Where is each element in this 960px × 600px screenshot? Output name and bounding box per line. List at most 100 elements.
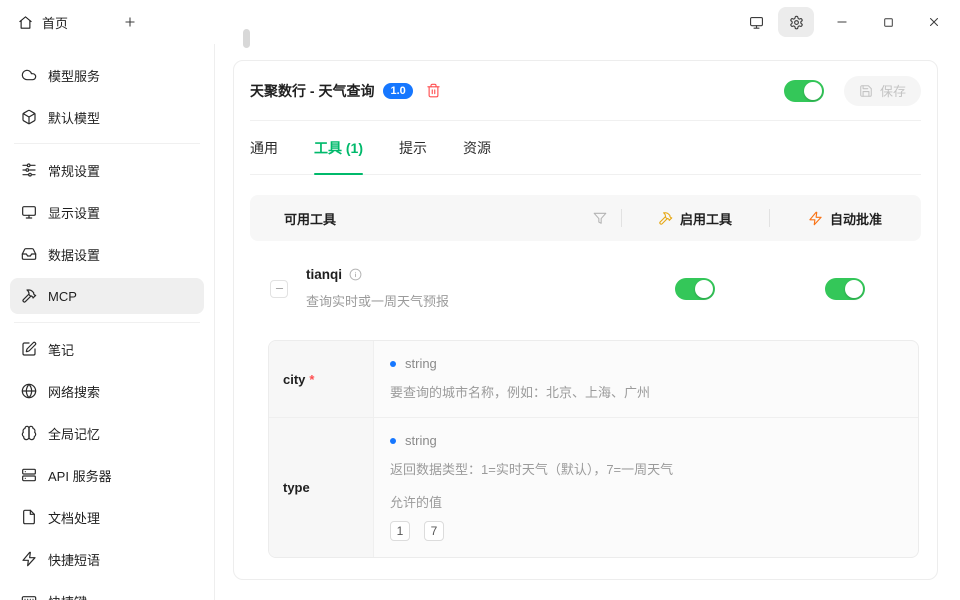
tool-enabled-toggle[interactable] [675,277,715,300]
sidebar-item-shortcuts[interactable]: 快捷键 [10,583,204,600]
mcp-server-card: 天聚数行 - 天气查询 1.0 保存 通用 工具 (1) 提示 资源 可用工具 … [233,60,938,580]
allowed-values-label: 允许的值 [390,495,443,510]
package-icon [21,109,37,125]
inbox-icon [21,246,37,262]
server-title: 天聚数行 - 天气查询 [250,82,375,99]
close-icon [927,15,941,29]
col-enable-tools: 启用工具 [679,211,732,227]
minimize-icon [835,15,849,29]
param-description: 要查询的城市名称，例如：北京、上海、广州 [390,385,651,400]
sidebar-item-quick-phrases[interactable]: 快捷短语 [10,541,204,577]
param-description: 返回数据类型：1=实时天气（默认），7=一周天气 [390,462,674,477]
tab-home[interactable]: 首页 [18,13,68,32]
sidebar-item-api-server[interactable]: API 服务器 [10,457,204,493]
version-badge: 1.0 [383,82,413,99]
app-window: 首页 模型服务 默认模型 常规设置 显示设置 数据设置 MCP 笔记 网络搜索 … [0,0,960,600]
server-header: 天聚数行 - 天气查询 1.0 保存 [250,61,921,121]
brain-icon [21,425,37,441]
home-icon [18,15,33,30]
plus-icon [123,15,137,29]
sidebar-item-label: 文档处理 [48,510,101,526]
sidebar-item-label: 快捷键 [48,592,87,600]
allowed-value-badge: 1 [390,521,410,541]
pen-icon [21,341,37,357]
sidebar-item-label: API 服务器 [48,468,112,484]
sidebar-item-model-service[interactable]: 模型服务 [10,57,204,93]
tab-prompts[interactable]: 提示 [399,121,427,174]
titlebar: 首页 [0,0,960,44]
param-name: type [283,480,310,495]
sidebar-item-default-model[interactable]: 默认模型 [10,99,204,135]
mini-window-button[interactable] [738,7,774,37]
close-button[interactable] [916,7,952,37]
required-marker: * [309,371,315,387]
info-icon[interactable] [349,268,362,281]
new-tab-button[interactable] [112,7,148,37]
sidebar-item-label: 显示设置 [48,205,101,221]
file-icon [21,509,37,525]
sidebar-item-label: 网络搜索 [48,384,101,400]
sidebar-item-web-search[interactable]: 网络搜索 [10,373,204,409]
maximize-button[interactable] [870,7,906,37]
sidebar-item-label: 常规设置 [48,163,101,179]
param-name: city [283,371,306,387]
sidebar-item-general-settings[interactable]: 常规设置 [10,152,204,188]
detail-tabs: 通用 工具 (1) 提示 资源 [250,121,921,175]
gear-icon [789,15,804,30]
sidebar-item-display-settings[interactable]: 显示设置 [10,194,204,230]
globe-icon [21,383,37,399]
save-button[interactable]: 保存 [843,75,921,106]
minimize-button[interactable] [824,7,860,37]
monitor-icon [749,15,764,30]
tool-auto-approve-toggle[interactable] [825,277,865,300]
tab-tools[interactable]: 工具 (1) [314,121,363,175]
col-available-tools: 可用工具 [284,211,337,227]
delete-server-button[interactable] [426,83,441,98]
param-row-type: type string 返回数据类型：1=实时天气（默认），7=一周天气 允许的… [269,417,918,557]
hammer-icon [21,288,37,304]
display-icon [21,204,37,220]
sidebar-item-document-processing[interactable]: 文档处理 [10,499,204,535]
param-row-city: city * string 要查询的城市名称，例如：北京、上海、广州 [269,341,918,417]
sliders-icon [21,162,37,178]
sidebar-divider [14,143,200,144]
tab-home-label: 首页 [42,15,69,31]
sidebar-item-notes[interactable]: 笔记 [10,331,204,367]
sidebar-item-data-settings[interactable]: 数据设置 [10,236,204,272]
sidebar-item-mcp[interactable]: MCP [10,278,204,314]
sidebar-divider [14,322,200,323]
server-icon [21,467,37,483]
param-type: string [405,356,437,371]
tab-general[interactable]: 通用 [250,121,278,174]
save-button-label: 保存 [879,84,906,99]
cloud-icon [21,67,37,83]
sidebar-item-label: MCP [48,288,77,304]
col-auto-approve: 自动批准 [829,211,882,227]
sidebar-item-global-memory[interactable]: 全局记忆 [10,415,204,451]
sidebar-item-label: 全局记忆 [48,426,101,442]
sidebar-item-label: 笔记 [48,342,75,358]
sidebar-item-label: 数据设置 [48,247,101,263]
server-enabled-toggle[interactable] [783,79,824,102]
tools-table: 可用工具 启用工具 自动批准 tianqi 查询实时或一周天气预报 city *… [250,195,921,558]
settings-button[interactable] [778,7,814,37]
save-icon [859,84,873,98]
filter-icon[interactable] [593,211,607,225]
keyboard-icon [21,593,37,600]
sidebar-item-label: 模型服务 [48,68,101,84]
sidebar-item-label: 默认模型 [48,110,101,126]
collapse-tool-button[interactable] [270,279,288,298]
zap-icon [21,551,37,567]
trash-icon [426,83,441,98]
param-type: string [405,433,437,448]
mcp-detail-panel: 天聚数行 - 天气查询 1.0 保存 通用 工具 (1) 提示 资源 可用工具 … [215,29,960,600]
type-dot-icon [390,360,396,367]
minus-icon [274,283,285,294]
scrollbar-thumb[interactable] [243,29,250,48]
settings-sidebar: 模型服务 默认模型 常规设置 显示设置 数据设置 MCP 笔记 网络搜索 全局记… [0,44,215,600]
sidebar-item-label: 快捷短语 [48,552,101,568]
allowed-value-badge: 7 [424,521,444,541]
auto-approve-icon [808,211,823,226]
maximize-icon [882,16,895,29]
tab-resources[interactable]: 资源 [463,121,491,174]
